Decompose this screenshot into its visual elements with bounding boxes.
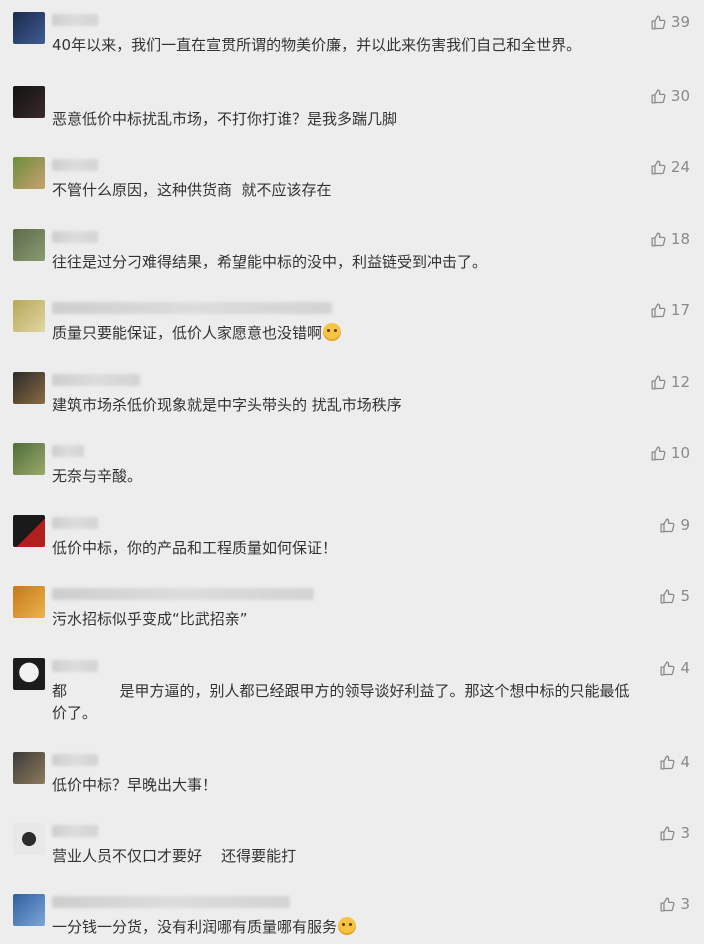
like-button[interactable]: 24 xyxy=(650,157,690,177)
avatar[interactable] xyxy=(13,515,45,547)
comment-text: 低价中标？早晚出大事！ xyxy=(52,776,218,794)
thumbs-up-icon xyxy=(650,159,667,176)
comment-text: 一分钱一分货，没有利润哪有质量哪有服务 xyxy=(52,916,644,938)
comment-text: 40年以来，我们一直在宣贯所谓的物美价廉，并以此来伤害我们自己和全世界。 xyxy=(52,36,582,54)
avatar[interactable] xyxy=(13,586,45,618)
nickname-redacted xyxy=(52,445,84,457)
avatar[interactable] xyxy=(13,86,45,118)
like-count: 4 xyxy=(680,659,690,677)
avatar[interactable] xyxy=(13,443,45,475)
thumbs-up-icon xyxy=(659,588,676,605)
like-button[interactable]: 18 xyxy=(650,229,690,249)
avatar[interactable] xyxy=(13,823,45,855)
like-count: 18 xyxy=(670,230,690,248)
thumbs-up-icon xyxy=(659,660,676,677)
pleading-face-emoji xyxy=(323,323,342,341)
avatar[interactable] xyxy=(13,658,45,690)
like-count: 9 xyxy=(680,516,690,534)
avatar[interactable] xyxy=(13,157,45,189)
like-count: 3 xyxy=(680,895,690,913)
like-count: 4 xyxy=(680,753,690,771)
thumbs-up-icon xyxy=(659,825,676,842)
avatar[interactable] xyxy=(13,229,45,261)
like-count: 17 xyxy=(670,301,690,319)
comment-text: 往往是过分刁难得结果，希望能中标的没中，利益链受到冲击了。 xyxy=(52,253,488,271)
tongue-out-face-emoji xyxy=(338,917,357,935)
nickname-redacted xyxy=(52,896,290,908)
avatar[interactable] xyxy=(13,894,45,926)
thumbs-up-icon xyxy=(650,231,667,248)
like-button[interactable]: 39 xyxy=(650,12,690,32)
avatar[interactable] xyxy=(13,300,45,332)
like-count: 12 xyxy=(670,373,690,391)
thumbs-up-icon xyxy=(650,88,667,105)
nickname-redacted xyxy=(52,14,98,26)
avatar[interactable] xyxy=(13,372,45,404)
comment-text: 不管什么原因，这种供货商 就不应该存在 xyxy=(52,181,332,199)
nickname-redacted xyxy=(52,825,98,837)
comment-text: 低价中标，你的产品和工程质量如何保证！ xyxy=(52,539,338,557)
like-button[interactable]: 12 xyxy=(650,372,690,392)
comment-text: 污水招标似乎变成“比武招亲” xyxy=(52,610,248,628)
thumbs-up-icon xyxy=(659,517,676,534)
thumbs-up-icon xyxy=(650,14,667,31)
nickname-redacted xyxy=(52,588,314,600)
nickname-redacted xyxy=(52,159,98,171)
like-count: 39 xyxy=(670,13,690,31)
like-count: 30 xyxy=(670,87,690,105)
comment-text-content: 质量只要能保证，低价人家愿意也没错啊 xyxy=(52,324,323,342)
thumbs-up-icon xyxy=(650,445,667,462)
like-button[interactable]: 4 xyxy=(659,752,690,772)
like-button[interactable]: 3 xyxy=(659,894,690,914)
like-count: 10 xyxy=(670,444,690,462)
comment-text: 质量只要能保证，低价人家愿意也没错啊 xyxy=(52,322,644,344)
nickname-redacted xyxy=(52,302,332,314)
comment-text: 恶意低价中标扰乱市场，不打你打谁？是我多踹几脚 xyxy=(52,110,398,128)
like-button[interactable]: 4 xyxy=(659,658,690,678)
comment-text-content: 一分钱一分货，没有利润哪有质量哪有服务 xyxy=(52,918,338,936)
avatar[interactable] xyxy=(13,752,45,784)
like-button[interactable]: 30 xyxy=(650,86,690,106)
thumbs-up-icon xyxy=(650,302,667,319)
comment-text: 营业人员不仅口才要好 还得要能打 xyxy=(52,847,297,865)
comment-list: 39 40年以来，我们一直在宣贯所谓的物美价廉，并以此来伤害我们自己和全世界。 … xyxy=(0,0,704,944)
comment-text: 无奈与辛酸。 xyxy=(52,467,143,485)
nickname-redacted xyxy=(52,754,98,766)
like-button[interactable]: 5 xyxy=(659,586,690,606)
like-button[interactable]: 10 xyxy=(650,443,690,463)
nickname-redacted xyxy=(52,660,98,672)
thumbs-up-icon xyxy=(650,374,667,391)
nickname-redacted xyxy=(52,374,140,386)
thumbs-up-icon xyxy=(659,754,676,771)
like-count: 5 xyxy=(680,587,690,605)
like-button[interactable]: 17 xyxy=(650,300,690,320)
like-button[interactable]: 9 xyxy=(659,515,690,535)
comment-text: 都 是甲方逼的，别人都已经跟甲方的领导谈好利益了。那这个想中标的只能最低价了。 xyxy=(52,682,630,722)
nickname-redacted xyxy=(52,517,98,529)
nickname-redacted xyxy=(52,231,98,243)
like-button[interactable]: 3 xyxy=(659,823,690,843)
avatar[interactable] xyxy=(13,12,45,44)
thumbs-up-icon xyxy=(659,896,676,913)
like-count: 24 xyxy=(670,158,690,176)
comment-text: 建筑市场杀低价现象就是中字头带头的 扰乱市场秩序 xyxy=(52,396,402,414)
like-count: 3 xyxy=(680,824,690,842)
